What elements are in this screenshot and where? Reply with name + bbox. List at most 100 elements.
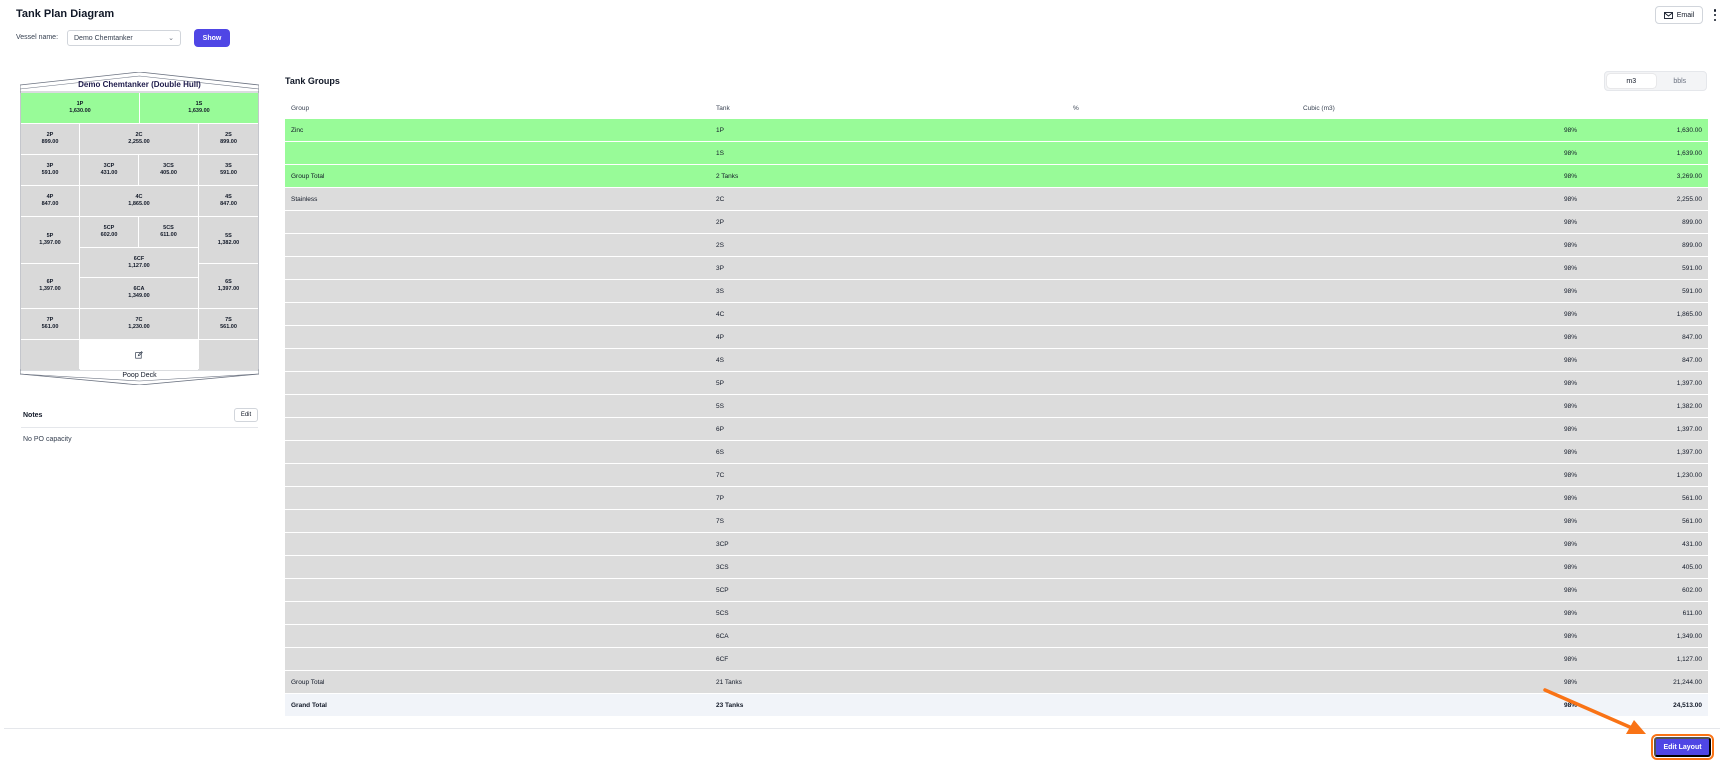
cell-tank: 6CA bbox=[716, 633, 729, 640]
cell-tank: 4S bbox=[716, 357, 724, 364]
tank-3cs[interactable]: 3CS 405.00 bbox=[139, 155, 198, 185]
cell-group: Zinc bbox=[291, 127, 304, 134]
notes-title: Notes bbox=[23, 412, 43, 419]
tank-5cs[interactable]: 5CS 611.00 bbox=[139, 217, 198, 247]
tank-7p[interactable]: 7P 561.00 bbox=[21, 309, 79, 339]
tank-6cf[interactable]: 6CF 1,127.00 bbox=[80, 248, 198, 277]
tank-5p[interactable]: 5P 1,397.00 bbox=[21, 217, 79, 263]
notes-divider bbox=[21, 427, 258, 428]
cell-cubic: 847.00 bbox=[1682, 334, 1702, 341]
tank-5s[interactable]: 5S 1,382.00 bbox=[199, 217, 258, 263]
cell-percent: 98% bbox=[1563, 610, 1577, 617]
table-row[interactable]: Group Total 2 Tanks 98% 3,269.00 bbox=[285, 165, 1708, 188]
tank-1p[interactable]: 1P 1,630.00 bbox=[21, 93, 139, 123]
cell-cubic: 561.00 bbox=[1682, 495, 1702, 502]
tank-4p[interactable]: 4P 847.00 bbox=[21, 186, 79, 216]
table-header: Group Tank % Cubic (m3) bbox=[285, 97, 1708, 119]
cell-tank: 2S bbox=[716, 242, 724, 249]
cell-tank: 5S bbox=[716, 403, 724, 410]
cell-percent: 98% bbox=[1563, 633, 1577, 640]
email-button[interactable]: Email bbox=[1655, 6, 1703, 24]
show-button[interactable]: Show bbox=[194, 29, 230, 47]
tank-3s[interactable]: 3S 591.00 bbox=[199, 155, 258, 185]
table-row[interactable]: 1S 98% 1,639.00 bbox=[285, 142, 1708, 165]
tank-2c[interactable]: 2C 2,255.00 bbox=[80, 124, 198, 154]
cell-percent: 98% bbox=[1563, 219, 1577, 226]
column-header-percent[interactable]: % bbox=[1073, 97, 1079, 120]
tank-7c[interactable]: 7C 1,230.00 bbox=[80, 309, 198, 339]
table-row[interactable]: 4C 98% 1,865.00 bbox=[285, 303, 1708, 326]
table-row[interactable]: 3CS 98% 405.00 bbox=[285, 556, 1708, 579]
tank-2p[interactable]: 2P 899.00 bbox=[21, 124, 79, 154]
table-row[interactable]: 4P 98% 847.00 bbox=[285, 326, 1708, 349]
tank-4c[interactable]: 4C 1,865.00 bbox=[80, 186, 198, 216]
table-row[interactable]: 5P 98% 1,397.00 bbox=[285, 372, 1708, 395]
cell-percent: 98% bbox=[1563, 265, 1577, 272]
vessel-select[interactable]: Demo Chemtanker ⌄ bbox=[67, 30, 181, 46]
cell-tank: 3CS bbox=[716, 564, 729, 571]
tank-6p[interactable]: 6P 1,397.00 bbox=[21, 264, 79, 308]
table-row[interactable]: 5CS 98% 611.00 bbox=[285, 602, 1708, 625]
table-row[interactable]: Grand Total 23 Tanks 98% 24,513.00 bbox=[285, 694, 1708, 717]
arrow-annotation-icon bbox=[1543, 688, 1646, 734]
cell-cubic: 1,865.00 bbox=[1676, 311, 1702, 318]
cell-tank: 1S bbox=[716, 150, 724, 157]
table-row[interactable]: 4S 98% 847.00 bbox=[285, 349, 1708, 372]
empty-tank-slot bbox=[21, 340, 79, 370]
cell-cubic: 1,397.00 bbox=[1676, 449, 1702, 456]
cell-percent: 98% bbox=[1563, 495, 1577, 502]
table-row[interactable]: 7C 98% 1,230.00 bbox=[285, 464, 1708, 487]
cell-cubic: 847.00 bbox=[1682, 357, 1702, 364]
cell-tank: 3CP bbox=[716, 541, 729, 548]
kebab-icon[interactable] bbox=[1710, 7, 1720, 23]
table-row[interactable]: 3S 98% 591.00 bbox=[285, 280, 1708, 303]
table-row[interactable]: 5S 98% 1,382.00 bbox=[285, 395, 1708, 418]
tank-6ca[interactable]: 6CA 1,349.00 bbox=[80, 278, 198, 308]
cell-tank: 6CF bbox=[716, 656, 729, 663]
cell-cubic: 602.00 bbox=[1682, 587, 1702, 594]
edit-layout-button[interactable]: Edit Layout bbox=[1651, 734, 1714, 760]
cell-percent: 98% bbox=[1563, 679, 1577, 686]
notes-edit-button[interactable]: Edit bbox=[234, 408, 258, 422]
table-row[interactable]: 2S 98% 899.00 bbox=[285, 234, 1708, 257]
cell-tank: 6S bbox=[716, 449, 724, 456]
cell-cubic: 2,255.00 bbox=[1676, 196, 1702, 203]
cell-group: Grand Total bbox=[291, 702, 327, 709]
cell-cubic: 1,397.00 bbox=[1676, 426, 1702, 433]
table-row[interactable]: Stainless 2C 98% 2,255.00 bbox=[285, 188, 1708, 211]
tank-5cp[interactable]: 5CP 602.00 bbox=[80, 217, 138, 247]
tank-3cp[interactable]: 3CP 431.00 bbox=[80, 155, 138, 185]
cell-percent: 98% bbox=[1563, 449, 1577, 456]
tank-plan-diagram: Demo Chemtanker (Double Hull) 1P 1,630.00… bbox=[20, 72, 259, 385]
unit-m3-button[interactable]: m3 bbox=[1607, 74, 1656, 88]
cell-tank: 4C bbox=[716, 311, 725, 318]
table-row[interactable]: 7S 98% 561.00 bbox=[285, 510, 1708, 533]
table-row[interactable]: 5CP 98% 602.00 bbox=[285, 579, 1708, 602]
tank-6s[interactable]: 6S 1,397.00 bbox=[199, 264, 258, 308]
column-header-cubic[interactable]: Cubic (m3) bbox=[1303, 97, 1335, 120]
table-row[interactable]: 6CA 98% 1,349.00 bbox=[285, 625, 1708, 648]
cell-percent: 98% bbox=[1563, 380, 1577, 387]
tank-4s[interactable]: 4S 847.00 bbox=[199, 186, 258, 216]
tank-2s[interactable]: 2S 899.00 bbox=[199, 124, 258, 154]
table-row[interactable]: 3P 98% 591.00 bbox=[285, 257, 1708, 280]
edit-tank-button[interactable] bbox=[80, 340, 198, 370]
table-row[interactable]: Group Total 21 Tanks 98% 21,244.00 bbox=[285, 671, 1708, 694]
table-row[interactable]: 7P 98% 561.00 bbox=[285, 487, 1708, 510]
column-header-tank[interactable]: Tank bbox=[716, 97, 730, 120]
cell-cubic: 1,397.00 bbox=[1676, 380, 1702, 387]
table-row[interactable]: 6CF 98% 1,127.00 bbox=[285, 648, 1708, 671]
table-row[interactable]: 2P 98% 899.00 bbox=[285, 211, 1708, 234]
table-row[interactable]: Zinc 1P 98% 1,630.00 bbox=[285, 119, 1708, 142]
cell-tank: 7S bbox=[716, 518, 724, 525]
cell-percent: 98% bbox=[1563, 518, 1577, 525]
tank-1s[interactable]: 1S 1,639.00 bbox=[140, 93, 258, 123]
cell-tank: 2 Tanks bbox=[716, 173, 739, 180]
table-row[interactable]: 6P 98% 1,397.00 bbox=[285, 418, 1708, 441]
table-row[interactable]: 6S 98% 1,397.00 bbox=[285, 441, 1708, 464]
unit-bbls-button[interactable]: bbls bbox=[1656, 74, 1705, 88]
column-header-group[interactable]: Group bbox=[291, 97, 309, 120]
tank-3p[interactable]: 3P 591.00 bbox=[21, 155, 79, 185]
table-row[interactable]: 3CP 98% 431.00 bbox=[285, 533, 1708, 556]
tank-7s[interactable]: 7S 561.00 bbox=[199, 309, 258, 339]
